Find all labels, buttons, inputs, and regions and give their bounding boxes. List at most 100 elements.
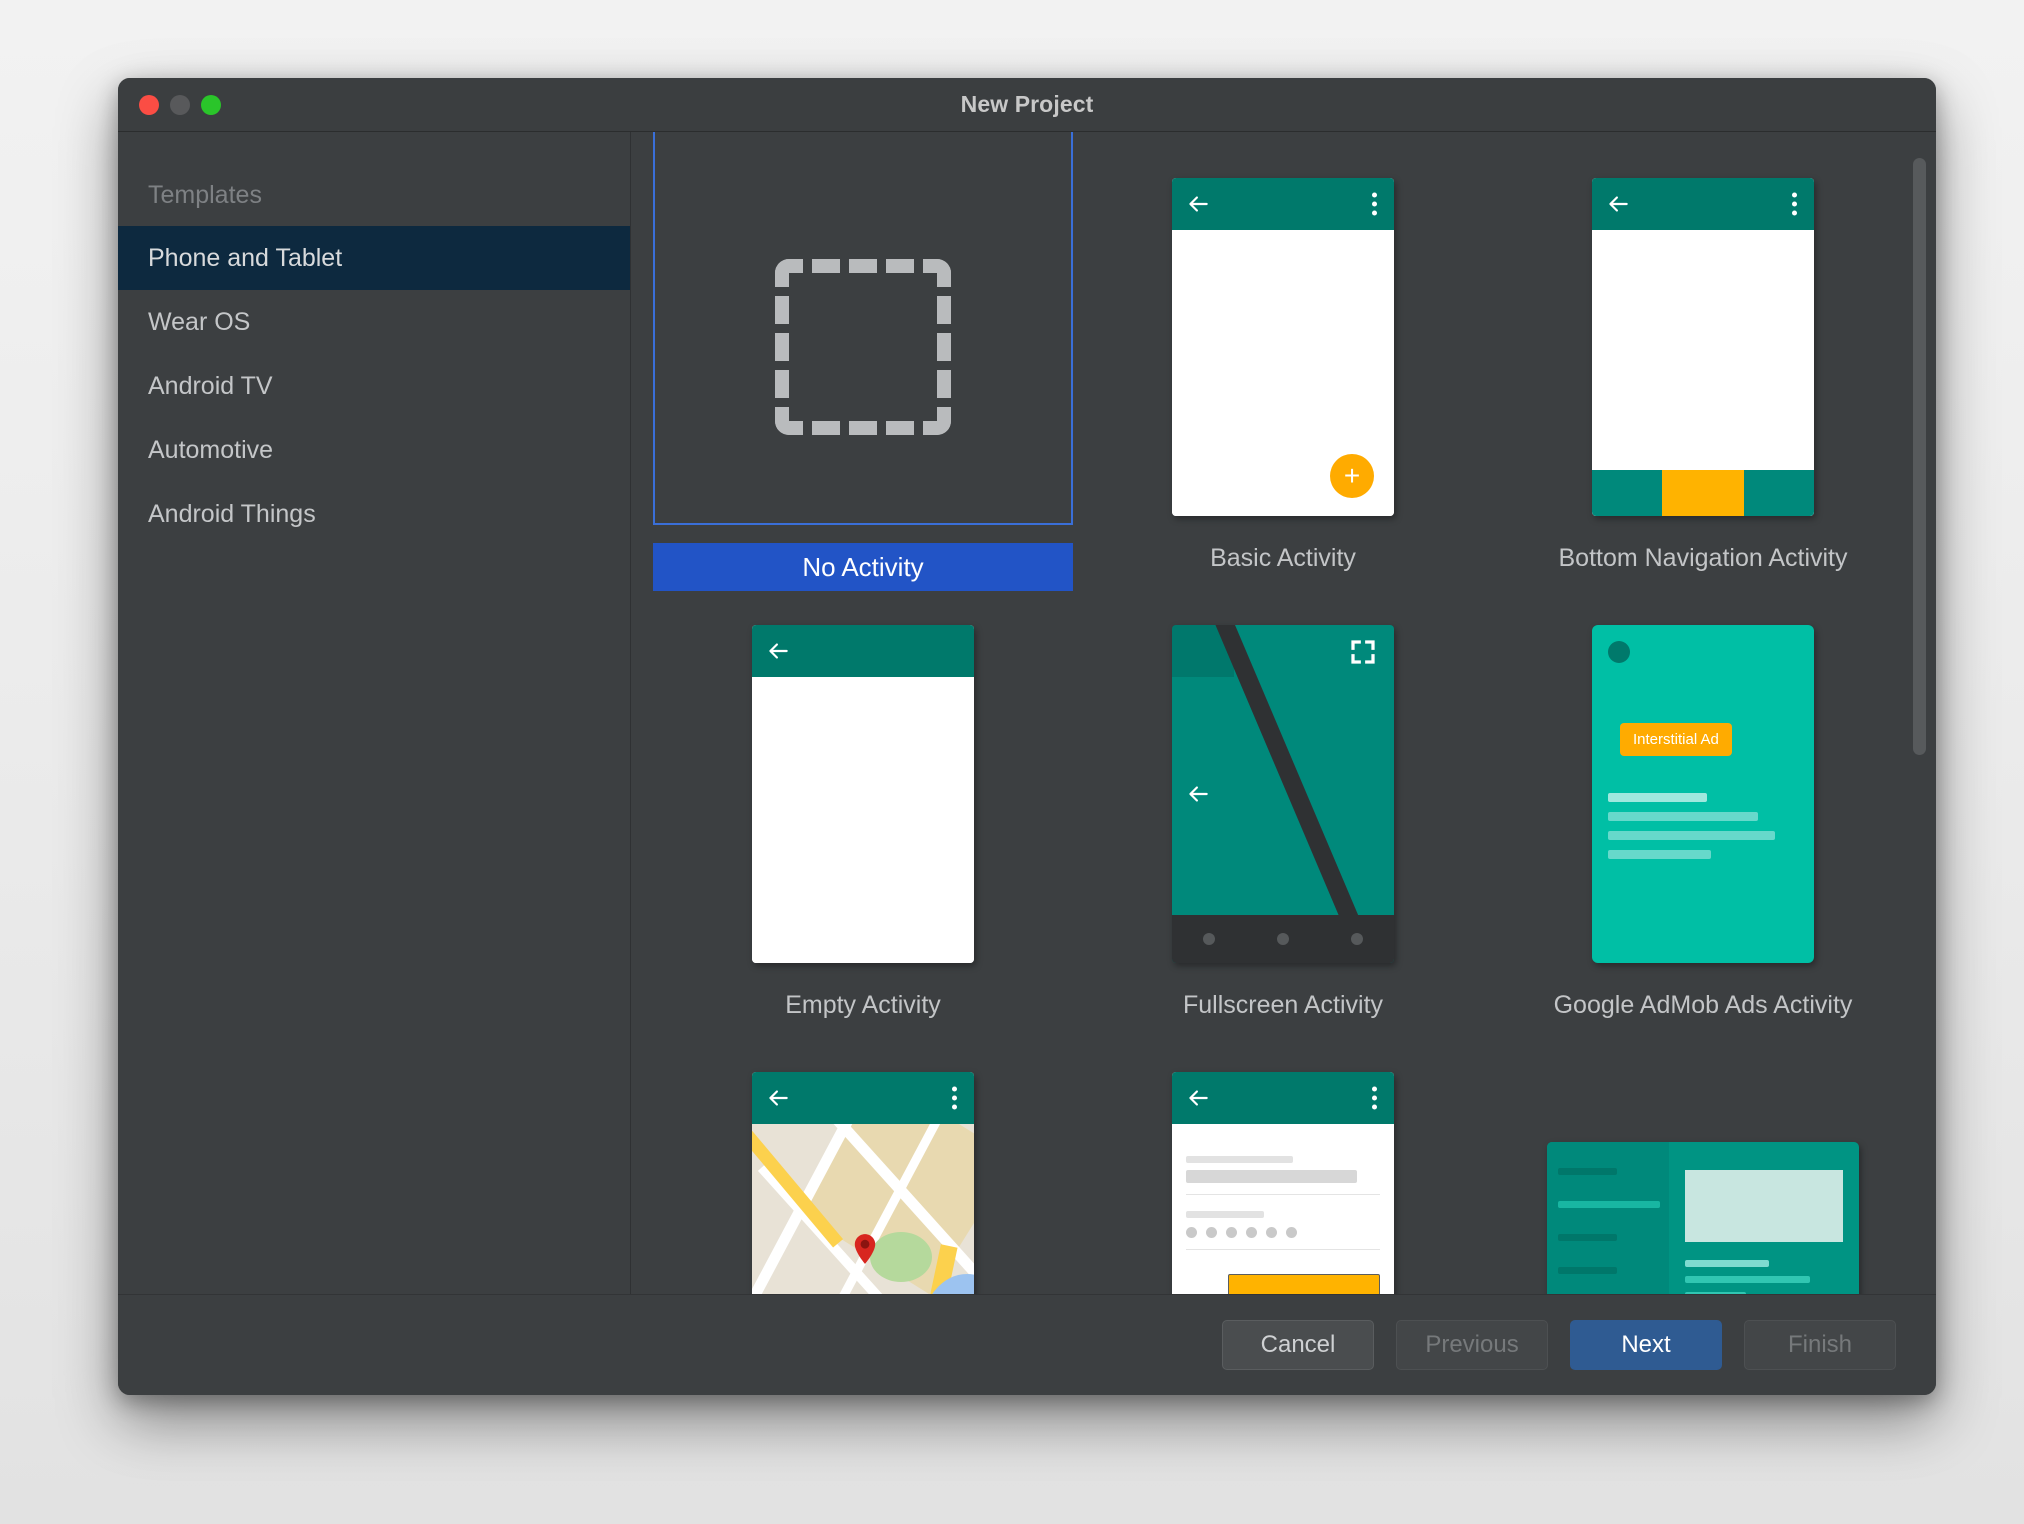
template-label: Empty Activity [785, 991, 941, 1019]
overflow-menu-icon [1372, 192, 1377, 215]
template-card-empty-activity[interactable]: Empty Activity [653, 597, 1073, 1044]
template-label: Bottom Navigation Activity [1558, 544, 1848, 572]
map-area [752, 1123, 974, 1294]
sidebar-header: Templates [148, 181, 262, 209]
template-thumbnail-bottom-navigation-activity [1493, 150, 1913, 543]
field-underline [1186, 1193, 1380, 1195]
template-card-google-maps-activity[interactable]: Google Maps Activity [653, 1044, 1073, 1294]
login-form-mock [1172, 1123, 1394, 1294]
fullscreen-expand-icon [1348, 637, 1378, 667]
finish-button[interactable]: Finish [1744, 1320, 1896, 1370]
close-icon[interactable] [139, 95, 159, 115]
overflow-menu-icon [1372, 1086, 1377, 1109]
list-item-placeholder [1558, 1233, 1617, 1241]
template-card-google-admob-ads-activity[interactable]: Interstitial Ad Google AdMob Ads Activit… [1493, 597, 1913, 1044]
sign-in-button-placeholder [1228, 1273, 1380, 1294]
sidebar-item-label: Android Things [148, 500, 316, 528]
new-project-dialog: New Project Templates Phone and Tablet W… [118, 78, 1936, 1395]
templates-scrollbar[interactable] [1913, 158, 1926, 1258]
indicator-dots [1172, 914, 1394, 963]
detail-image-placeholder [1685, 1169, 1843, 1242]
back-arrow-icon [1185, 1085, 1211, 1111]
phone-mock [752, 624, 974, 963]
template-card-basic-activity[interactable]: + Basic Activity [1073, 150, 1493, 597]
floating-action-button-icon: + [1330, 453, 1374, 498]
app-bar [1172, 177, 1394, 230]
phone-mock: + [1172, 177, 1394, 516]
dashed-placeholder-icon [775, 258, 951, 435]
overflow-menu-icon [952, 1086, 957, 1109]
next-button[interactable]: Next [1570, 1320, 1722, 1370]
sidebar-item-label: Phone and Tablet [148, 244, 343, 272]
phone-mock [1172, 1071, 1394, 1294]
bottom-navigation-bar [1592, 469, 1814, 516]
sidebar-item-android-things[interactable]: Android Things [118, 482, 630, 546]
window-titlebar: New Project [118, 78, 1936, 132]
zoom-icon[interactable] [201, 95, 221, 115]
content-area [1592, 229, 1814, 516]
template-card-fullscreen-activity[interactable]: Fullscreen Activity [1073, 597, 1493, 1044]
sidebar-item-label: Automotive [148, 436, 274, 464]
email-field-placeholder [1186, 1169, 1357, 1183]
template-card-bottom-navigation-activity[interactable]: Bottom Navigation Activity [1493, 150, 1913, 597]
placeholder-text-lines [1608, 792, 1798, 869]
template-thumbnail-google-admob-ads-activity: Interstitial Ad [1493, 597, 1913, 990]
avatar-circle-icon [1608, 640, 1630, 663]
template-thumbnail-basic-activity: + [1073, 150, 1493, 543]
templates-sidebar: Templates Phone and Tablet Wear OS Andro… [118, 132, 631, 1294]
interstitial-ad-badge: Interstitial Ad [1620, 722, 1732, 756]
app-bar [1592, 177, 1814, 230]
template-label: Fullscreen Activity [1182, 991, 1384, 1019]
sidebar-item-phone-and-tablet[interactable]: Phone and Tablet [118, 226, 630, 290]
field-label-placeholder [1186, 1155, 1293, 1163]
list-item-placeholder [1558, 1266, 1617, 1274]
template-thumbnail-login-activity [1073, 1044, 1493, 1294]
back-arrow-icon [1185, 191, 1211, 217]
tablet-mock [1547, 1141, 1859, 1294]
template-label: Basic Activity [1210, 544, 1356, 572]
template-label: Google AdMob Ads Activity [1553, 991, 1853, 1019]
app-bar [752, 624, 974, 677]
sidebar-item-wear-os[interactable]: Wear OS [118, 290, 630, 354]
list-item-placeholder [1558, 1167, 1617, 1175]
template-card-login-activity[interactable]: Login Activity [1073, 1044, 1493, 1294]
back-arrow-icon [1605, 191, 1631, 217]
back-arrow-icon [765, 1085, 791, 1111]
template-card-no-activity[interactable]: No Activity [653, 132, 1073, 597]
template-thumbnail-no-activity [653, 150, 1073, 543]
master-list-pane [1547, 1141, 1669, 1294]
map-graphic [752, 1123, 974, 1294]
window-title: New Project [960, 91, 1094, 117]
sidebar-item-android-tv[interactable]: Android TV [118, 354, 630, 418]
detail-pane [1669, 1142, 1859, 1294]
sidebar-item-label: Wear OS [148, 308, 251, 336]
scrollbar-thumb[interactable] [1913, 158, 1926, 755]
template-thumbnail-fullscreen-activity [1073, 597, 1493, 990]
sidebar-item-label: Android TV [148, 372, 273, 400]
template-label: No Activity [653, 543, 1073, 591]
templates-grid: No Activity + Basic Activity Bottom Navi… [631, 132, 1936, 1294]
field-label-placeholder [1186, 1210, 1264, 1218]
dialog-body: Templates Phone and Tablet Wear OS Andro… [118, 132, 1936, 1295]
sidebar-item-automotive[interactable]: Automotive [118, 418, 630, 482]
minimize-icon[interactable] [170, 95, 190, 115]
password-field-placeholder [1186, 1226, 1380, 1238]
templates-pane: No Activity + Basic Activity Bottom Navi… [631, 132, 1936, 1294]
app-bar [752, 1071, 974, 1124]
back-arrow-icon [765, 638, 791, 664]
back-arrow-icon [1185, 781, 1211, 807]
content-area [752, 676, 974, 963]
bottom-nav-item-selected [1662, 469, 1744, 516]
previous-button[interactable]: Previous [1396, 1320, 1548, 1370]
phone-mock: Interstitial Ad [1592, 624, 1814, 963]
app-bar [1172, 1071, 1394, 1124]
bottom-nav-item [1743, 469, 1814, 516]
traffic-light-group [139, 78, 221, 132]
cancel-button[interactable]: Cancel [1222, 1320, 1374, 1370]
template-thumbnail-empty-activity [653, 597, 1073, 990]
phone-mock [752, 1071, 974, 1294]
field-underline [1186, 1248, 1380, 1250]
template-card-master-detail-flow[interactable]: Master/Detail Flow [1493, 1044, 1913, 1294]
content-area: + [1172, 229, 1394, 516]
phone-mock [1172, 624, 1394, 963]
